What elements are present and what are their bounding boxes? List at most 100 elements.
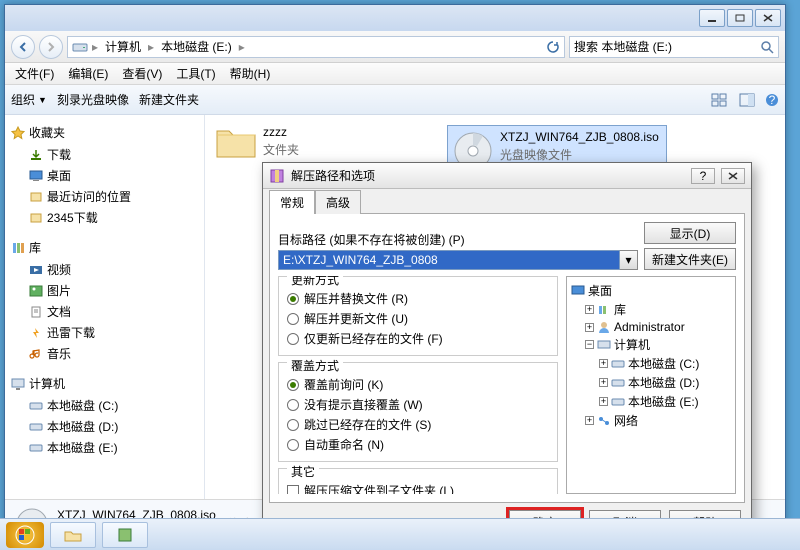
folder-icon bbox=[215, 125, 257, 161]
expand-icon[interactable]: + bbox=[585, 416, 594, 425]
newfolder-button[interactable]: 新建文件夹(E) bbox=[644, 248, 736, 270]
search-placeholder: 搜索 本地磁盘 (E:) bbox=[574, 38, 760, 55]
file-name: XTZJ_WIN764_ZJB_0808.iso bbox=[500, 130, 659, 144]
tab-panel: 目标路径 (如果不存在将被创建) (P) ▾ 显示(D) 新建文件夹(E) 更新… bbox=[269, 213, 745, 503]
chevron-right-icon: ▸ bbox=[92, 40, 98, 54]
sidebar-libraries[interactable]: 库 bbox=[9, 236, 200, 259]
sidebar-item-xunlei[interactable]: 迅雷下载 bbox=[9, 322, 200, 343]
tree-drive-e[interactable]: +本地磁盘 (E:) bbox=[571, 392, 731, 411]
chevron-down-icon[interactable]: ▾ bbox=[620, 250, 638, 270]
sidebar-item-documents[interactable]: 文档 bbox=[9, 301, 200, 322]
sidebar-item-drive-d[interactable]: 本地磁盘 (D:) bbox=[9, 416, 200, 437]
burn-button[interactable]: 刻录光盘映像 bbox=[57, 91, 129, 108]
taskbar-app[interactable] bbox=[102, 522, 148, 548]
newfolder-button[interactable]: 新建文件夹 bbox=[139, 91, 199, 108]
tree-libs[interactable]: +库 bbox=[571, 300, 731, 319]
show-button[interactable]: 显示(D) bbox=[644, 222, 736, 244]
refresh-icon[interactable] bbox=[546, 40, 560, 54]
menu-file[interactable]: 文件(F) bbox=[9, 63, 60, 84]
check-subfolder[interactable]: 解压压缩文件到子文件夹 (L) bbox=[287, 482, 549, 494]
chevron-right-icon: ▸ bbox=[148, 40, 154, 54]
minimize-button[interactable] bbox=[699, 9, 725, 27]
sidebar-item-pictures[interactable]: 图片 bbox=[9, 280, 200, 301]
toolbar: 组织▼ 刻录光盘映像 新建文件夹 ? bbox=[5, 85, 785, 115]
close-button[interactable] bbox=[755, 9, 781, 27]
expand-icon[interactable]: + bbox=[599, 359, 608, 368]
collapse-icon[interactable]: − bbox=[585, 340, 594, 349]
tree-network[interactable]: +网络 bbox=[571, 411, 731, 430]
tab-general[interactable]: 常规 bbox=[269, 190, 315, 214]
titlebar bbox=[5, 5, 785, 31]
sidebar-item-music[interactable]: 音乐 bbox=[9, 343, 200, 364]
sidebar-item-2345[interactable]: 2345下载 bbox=[9, 207, 200, 228]
sidebar-favorites[interactable]: 收藏夹 bbox=[9, 121, 200, 144]
menu-view[interactable]: 查看(V) bbox=[116, 63, 168, 84]
target-path-input[interactable] bbox=[278, 250, 620, 270]
breadcrumb-seg[interactable]: 计算机 bbox=[102, 38, 144, 55]
sidebar-item-downloads[interactable]: 下载 bbox=[9, 144, 200, 165]
tree-computer[interactable]: −计算机 bbox=[571, 335, 731, 354]
address-bar[interactable]: ▸ 计算机 ▸ 本地磁盘 (E:) ▸ bbox=[67, 36, 565, 58]
folder-tree[interactable]: 桌面 +库 +Administrator −计算机 +本地磁盘 (C:) +本地… bbox=[566, 276, 736, 494]
menubar: 文件(F) 编辑(E) 查看(V) 工具(T) 帮助(H) bbox=[5, 63, 785, 85]
menu-help[interactable]: 帮助(H) bbox=[224, 63, 277, 84]
sidebar-item-desktop[interactable]: 桌面 bbox=[9, 165, 200, 186]
dialog-close-button[interactable] bbox=[721, 168, 745, 184]
dialog-help-button[interactable]: ? bbox=[691, 168, 715, 184]
radio-update-existing[interactable]: 仅更新已经存在的文件 (F) bbox=[287, 330, 549, 347]
drive-icon bbox=[72, 40, 88, 54]
group-other: 其它 解压压缩文件到子文件夹 (L) 保留损坏的文件 (B) 在资源管理器中显示… bbox=[278, 468, 558, 494]
organize-menu[interactable]: 组织▼ bbox=[11, 91, 47, 108]
sidebar-item-drive-c[interactable]: 本地磁盘 (C:) bbox=[9, 395, 200, 416]
chevron-down-icon: ▼ bbox=[38, 95, 47, 105]
group-update: 更新方式 解压并替换文件 (R) 解压并更新文件 (U) 仅更新已经存在的文件 … bbox=[278, 276, 558, 356]
radio-autorename[interactable]: 自动重命名 (N) bbox=[287, 436, 549, 453]
forward-button[interactable] bbox=[39, 35, 63, 59]
dialog-title: 解压路径和选项 bbox=[291, 167, 375, 184]
tree-desktop[interactable]: 桌面 bbox=[571, 281, 731, 300]
back-button[interactable] bbox=[11, 35, 35, 59]
taskbar-explorer[interactable] bbox=[50, 522, 96, 548]
tree-admin[interactable]: +Administrator bbox=[571, 319, 731, 335]
target-label: 目标路径 (如果不存在将被创建) (P) bbox=[278, 231, 638, 248]
tree-drive-c[interactable]: +本地磁盘 (C:) bbox=[571, 354, 731, 373]
expand-icon[interactable]: + bbox=[585, 323, 594, 332]
expand-icon[interactable]: + bbox=[599, 378, 608, 387]
tree-drive-d[interactable]: +本地磁盘 (D:) bbox=[571, 373, 731, 392]
search-input[interactable]: 搜索 本地磁盘 (E:) bbox=[569, 36, 779, 58]
menu-edit[interactable]: 编辑(E) bbox=[62, 63, 114, 84]
help-icon[interactable]: ? bbox=[765, 93, 779, 107]
chevron-right-icon: ▸ bbox=[239, 40, 245, 54]
maximize-button[interactable] bbox=[727, 9, 753, 27]
search-icon bbox=[760, 40, 774, 54]
expand-icon[interactable]: + bbox=[585, 305, 594, 314]
navbar: ▸ 计算机 ▸ 本地磁盘 (E:) ▸ 搜索 本地磁盘 (E:) bbox=[5, 31, 785, 63]
radio-extract-update[interactable]: 解压并更新文件 (U) bbox=[287, 310, 549, 327]
dialog-tabs: 常规 高级 bbox=[263, 189, 751, 213]
preview-icon[interactable] bbox=[739, 93, 755, 107]
start-button[interactable] bbox=[6, 522, 44, 548]
sidebar-item-drive-e[interactable]: 本地磁盘 (E:) bbox=[9, 437, 200, 458]
sidebar-item-recent[interactable]: 最近访问的位置 bbox=[9, 186, 200, 207]
taskbar bbox=[0, 518, 800, 550]
radio-ask[interactable]: 覆盖前询问 (K) bbox=[287, 376, 549, 393]
sidebar-item-videos[interactable]: 视频 bbox=[9, 259, 200, 280]
dialog-titlebar: 解压路径和选项 ? bbox=[263, 163, 751, 189]
file-sub: 文件夹 bbox=[263, 141, 299, 158]
sidebar-computer[interactable]: 计算机 bbox=[9, 372, 200, 395]
group-overwrite: 覆盖方式 覆盖前询问 (K) 没有提示直接覆盖 (W) 跳过已经存在的文件 (S… bbox=[278, 362, 558, 462]
tab-advanced[interactable]: 高级 bbox=[315, 190, 361, 214]
file-item-folder[interactable]: zzzz文件夹 bbox=[215, 125, 435, 161]
breadcrumb-seg[interactable]: 本地磁盘 (E:) bbox=[158, 38, 235, 55]
menu-tools[interactable]: 工具(T) bbox=[170, 63, 221, 84]
radio-extract-replace[interactable]: 解压并替换文件 (R) bbox=[287, 290, 549, 307]
radio-skip[interactable]: 跳过已经存在的文件 (S) bbox=[287, 416, 549, 433]
sidebar: 收藏夹 下载 桌面 最近访问的位置 2345下载 库 视频 图片 文档 迅雷下载… bbox=[5, 115, 205, 499]
archive-icon bbox=[269, 168, 285, 184]
svg-text:?: ? bbox=[769, 93, 776, 107]
extract-dialog: 解压路径和选项 ? 常规 高级 目标路径 (如果不存在将被创建) (P) ▾ 显… bbox=[262, 162, 752, 550]
radio-no-prompt[interactable]: 没有提示直接覆盖 (W) bbox=[287, 396, 549, 413]
view-icon[interactable] bbox=[711, 93, 729, 107]
expand-icon[interactable]: + bbox=[599, 397, 608, 406]
file-type: 光盘映像文件 bbox=[500, 146, 659, 163]
